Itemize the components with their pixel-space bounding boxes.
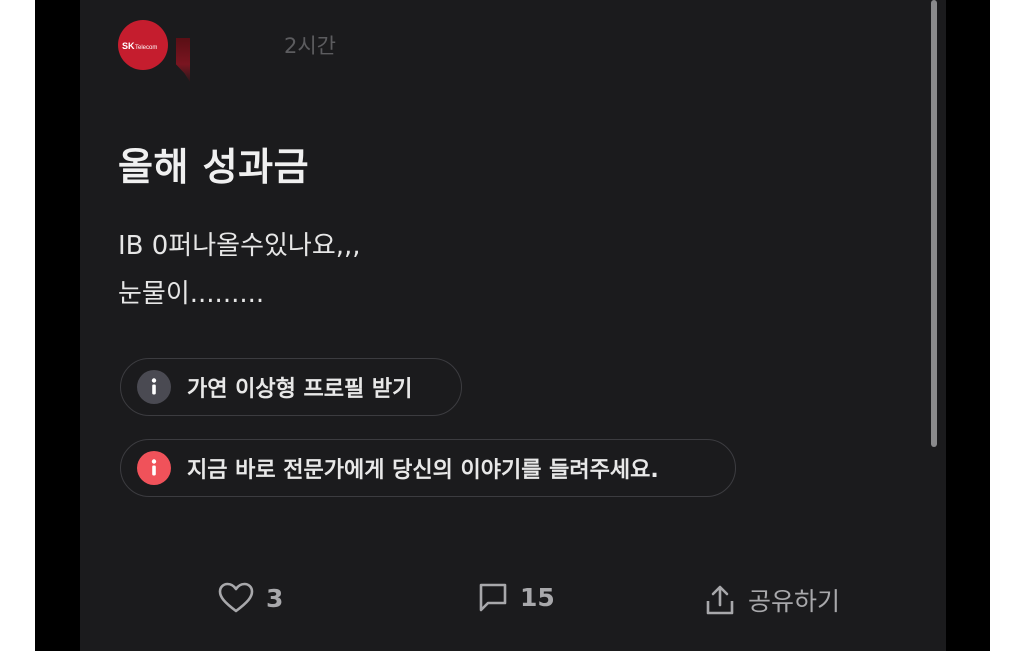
svg-text:Telecom: Telecom	[135, 45, 157, 51]
scrollbar[interactable]	[931, 0, 937, 447]
post-title: 올해 성과금	[118, 145, 310, 189]
profile-chip[interactable]: 가연 이상형 프로필 받기	[120, 358, 462, 416]
info-icon	[137, 370, 171, 404]
comment-icon	[479, 583, 507, 612]
post-body: IB 0퍼나올수있나요,,, 눈물이.........	[118, 231, 361, 309]
heart-icon	[218, 582, 254, 613]
expert-chip[interactable]: 지금 바로 전문가에게 당신의 이야기를 들려주세요.	[120, 439, 736, 497]
author-badge	[176, 38, 190, 82]
like-count: 3	[266, 583, 284, 613]
sk-telecom-logo-icon: SK Telecom	[122, 41, 157, 51]
comment-count: 15	[520, 582, 555, 612]
device-frame-right	[946, 0, 990, 651]
like-button[interactable]: 3	[218, 582, 283, 614]
avatar[interactable]: SK Telecom	[118, 20, 168, 70]
profile-chip-label: 가연 이상형 프로필 받기	[187, 377, 413, 402]
post-screen: SK Telecom 2시간 올해 성과금 IB 0퍼나올수있나요,,, 눈물이…	[80, 0, 946, 651]
comment-button[interactable]: 15	[478, 582, 555, 612]
device-frame-left	[35, 0, 80, 651]
info-icon	[137, 451, 171, 485]
svg-text:SK: SK	[122, 41, 135, 51]
share-label: 공유하기	[748, 587, 841, 616]
post-time: 2시간	[284, 34, 337, 58]
share-icon	[706, 585, 734, 615]
expert-chip-label: 지금 바로 전문가에게 당신의 이야기를 들려주세요.	[187, 458, 659, 483]
share-button[interactable]: 공유하기	[704, 582, 840, 618]
